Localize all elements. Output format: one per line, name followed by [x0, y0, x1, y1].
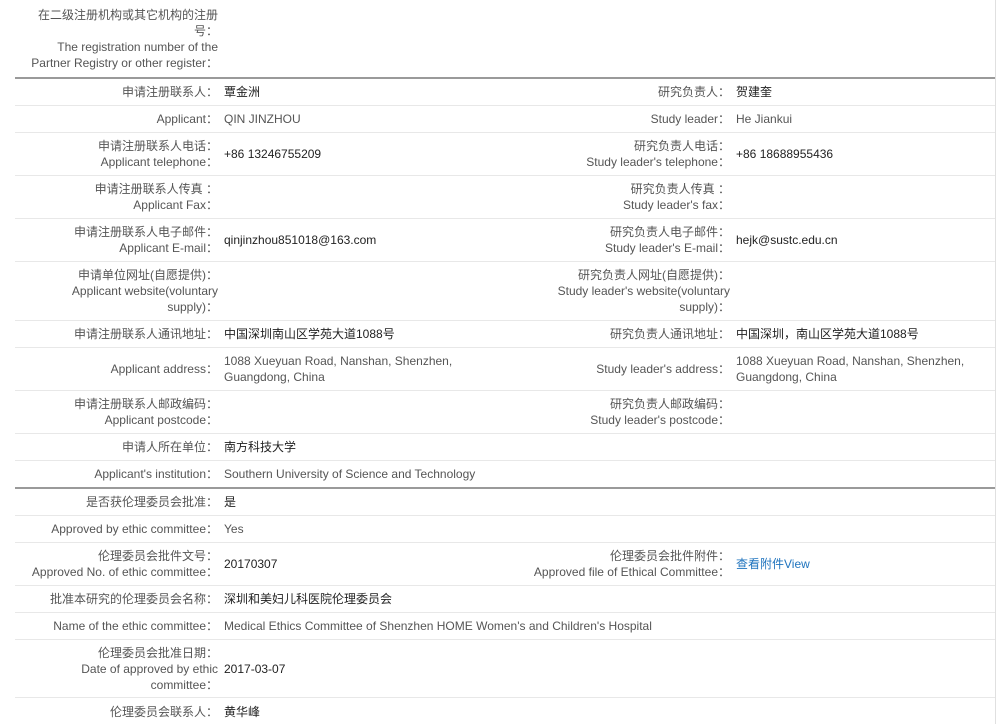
value-study-leader-email: hejk@sustc.edu.cn: [736, 233, 838, 247]
row-ethic-approved-zh: 是否获伦理委员会批准： 是: [15, 487, 995, 515]
label-applicant-address-en: Applicant address：: [110, 362, 218, 376]
row-ethic-committee-name-zh: 批准本研究的伦理委员会名称： 深圳和美妇儿科医院伦理委员会: [15, 585, 995, 612]
value-applicant-zh: 覃金洲: [224, 85, 261, 99]
value-institution-zh: 南方科技大学: [224, 440, 297, 454]
row-ethic-approved-en: Approved by ethic committee： Yes: [15, 515, 995, 542]
label-partner-registry-number: 在二级注册机构或其它机构的注册 号： The registration numb…: [31, 7, 218, 70]
value-partner-registry-number: [224, 0, 524, 77]
label-ethic-contact: 伦理委员会联系人：: [109, 704, 218, 719]
value-ethic-approval-number: 20170307: [224, 557, 278, 571]
value-study-leader-postcode: [736, 391, 991, 433]
value-study-leader-website: [736, 262, 991, 320]
row-email: 申请注册联系人电子邮件： Applicant E-mail： qinjinzho…: [15, 218, 995, 261]
label-study-leader-email: 研究负责人电子邮件： Study leader's E-mail：: [604, 225, 730, 255]
value-study-leader-en: He Jiankui: [736, 112, 793, 126]
value-applicant-en: QIN JINZHOU: [224, 112, 301, 126]
row-ethic-approval-date: 伦理委员会批准日期： Date of approved by ethic com…: [15, 639, 995, 697]
label-study-leader-zh: 研究负责人：: [657, 85, 730, 99]
row-postcode: 申请注册联系人邮政编码： Applicant postcode： 研究负责人邮政…: [15, 390, 995, 433]
label-institution-zh: 申请人所在单位：: [121, 440, 218, 454]
label-study-leader-telephone: 研究负责人电话： Study leader's telephone：: [586, 139, 730, 169]
row-ethic-contact: 伦理委员会联系人： 黄华峰: [15, 697, 995, 725]
row-ethic-approval-number: 伦理委员会批件文号： Approved No. of ethic committ…: [15, 542, 995, 585]
value-ethic-approved-en: Yes: [224, 522, 244, 536]
label-ethic-approval-file: 伦理委员会批件附件： Approved file of Ethical Comm…: [533, 549, 730, 579]
label-ethic-approval-date: 伦理委员会批准日期： Date of approved by ethic com…: [81, 645, 218, 692]
label-study-leader-postcode: 研究负责人邮政编码： Study leader's postcode：: [590, 397, 730, 427]
value-study-leader-fax: [736, 176, 991, 218]
value-study-leader-telephone: +86 18688955436: [736, 147, 834, 161]
value-ethic-committee-name-en: Medical Ethics Committee of Shenzhen HOM…: [224, 619, 652, 633]
label-applicant-email: 申请注册联系人电子邮件： Applicant E-mail：: [73, 225, 218, 255]
label-institution-en: Applicant's institution：: [94, 467, 218, 481]
label-study-leader-website: 研究负责人网址(自愿提供)： Study leader's website(vo…: [557, 268, 730, 314]
row-address-en: Applicant address： 1088 Xueyuan Road, Na…: [15, 347, 995, 390]
row-address-zh: 申请注册联系人通讯地址： 中国深圳南山区学苑大道1088号 研究负责人通讯地址：…: [15, 320, 995, 347]
registration-detail-table: 在二级注册机构或其它机构的注册 号： The registration numb…: [0, 0, 1004, 724]
value-applicant-website: [224, 262, 524, 320]
label-study-leader-address-zh: 研究负责人通讯地址：: [609, 327, 730, 341]
label-ethic-approved-en: Approved by ethic committee：: [51, 522, 218, 536]
row-fax: 申请注册联系人传真 ： Applicant Fax： 研究负责人传真 ： Stu…: [15, 175, 995, 218]
value-applicant-email: qinjinzhou851018@163.com: [224, 233, 377, 247]
label-applicant-en: Applicant：: [156, 112, 218, 126]
value-applicant-telephone: +86 13246755209: [224, 147, 322, 161]
value-study-leader-address-zh: 中国深圳，南山区学苑大道1088号: [736, 327, 919, 341]
label-ethic-approved-zh: 是否获伦理委员会批准：: [85, 495, 218, 509]
value-study-leader-zh: 贺建奎: [736, 85, 773, 99]
label-applicant-postcode: 申请注册联系人邮政编码： Applicant postcode：: [73, 397, 218, 427]
table-right-border: [995, 0, 996, 724]
value-ethic-approved-zh: 是: [224, 495, 237, 509]
value-applicant-postcode: [224, 391, 524, 433]
value-applicant-fax: [224, 176, 524, 218]
value-applicant-address-en: 1088 Xueyuan Road, Nanshan, Shenzhen, Gu…: [224, 354, 453, 384]
row-website: 申请单位网址(自愿提供)： Applicant website(voluntar…: [15, 261, 995, 320]
label-ethic-committee-name-zh: 批准本研究的伦理委员会名称：: [49, 592, 218, 606]
row-institution-zh: 申请人所在单位： 南方科技大学: [15, 433, 995, 460]
label-applicant-zh: 申请注册联系人：: [121, 85, 218, 99]
value-study-leader-address-en: 1088 Xueyuan Road, Nanshan, Shenzhen, Gu…: [736, 354, 965, 384]
label-applicant-fax: 申请注册联系人传真 ： Applicant Fax：: [94, 182, 218, 212]
label-study-leader-fax: 研究负责人传真 ： Study leader's fax：: [622, 182, 730, 212]
row-ethic-committee-name-en: Name of the ethic committee： Medical Eth…: [15, 612, 995, 639]
label-ethic-approval-number: 伦理委员会批件文号： Approved No. of ethic committ…: [31, 549, 218, 579]
label-ethic-committee-name-en: Name of the ethic committee：: [53, 619, 218, 633]
row-telephone: 申请注册联系人电话： Applicant telephone： +86 1324…: [15, 132, 995, 175]
value-ethic-contact: 黄华峰: [224, 704, 261, 719]
value-ethic-committee-name-zh: 深圳和美妇儿科医院伦理委员会: [224, 592, 393, 606]
value-institution-en: Southern University of Science and Techn…: [224, 467, 476, 481]
value-applicant-address-zh: 中国深圳南山区学苑大道1088号: [224, 327, 395, 341]
value-ethic-approval-date: 2017-03-07: [224, 661, 286, 676]
label-applicant-address-zh: 申请注册联系人通讯地址：: [73, 327, 218, 341]
label-study-leader-address-en: Study leader's address：: [596, 362, 730, 376]
row-applicant-en: Applicant： QIN JINZHOU Study leader： He …: [15, 105, 995, 132]
label-applicant-website: 申请单位网址(自愿提供)： Applicant website(voluntar…: [71, 268, 218, 314]
label-applicant-telephone: 申请注册联系人电话： Applicant telephone：: [97, 139, 218, 169]
label-study-leader-en: Study leader：: [650, 112, 730, 126]
row-institution-en: Applicant's institution： Southern Univer…: [15, 460, 995, 487]
row-partner-registry-number: 在二级注册机构或其它机构的注册 号： The registration numb…: [15, 0, 995, 77]
row-applicant-zh: 申请注册联系人： 覃金洲 研究负责人： 贺建奎: [15, 77, 995, 105]
view-attachment-link[interactable]: 查看附件View: [736, 543, 991, 585]
